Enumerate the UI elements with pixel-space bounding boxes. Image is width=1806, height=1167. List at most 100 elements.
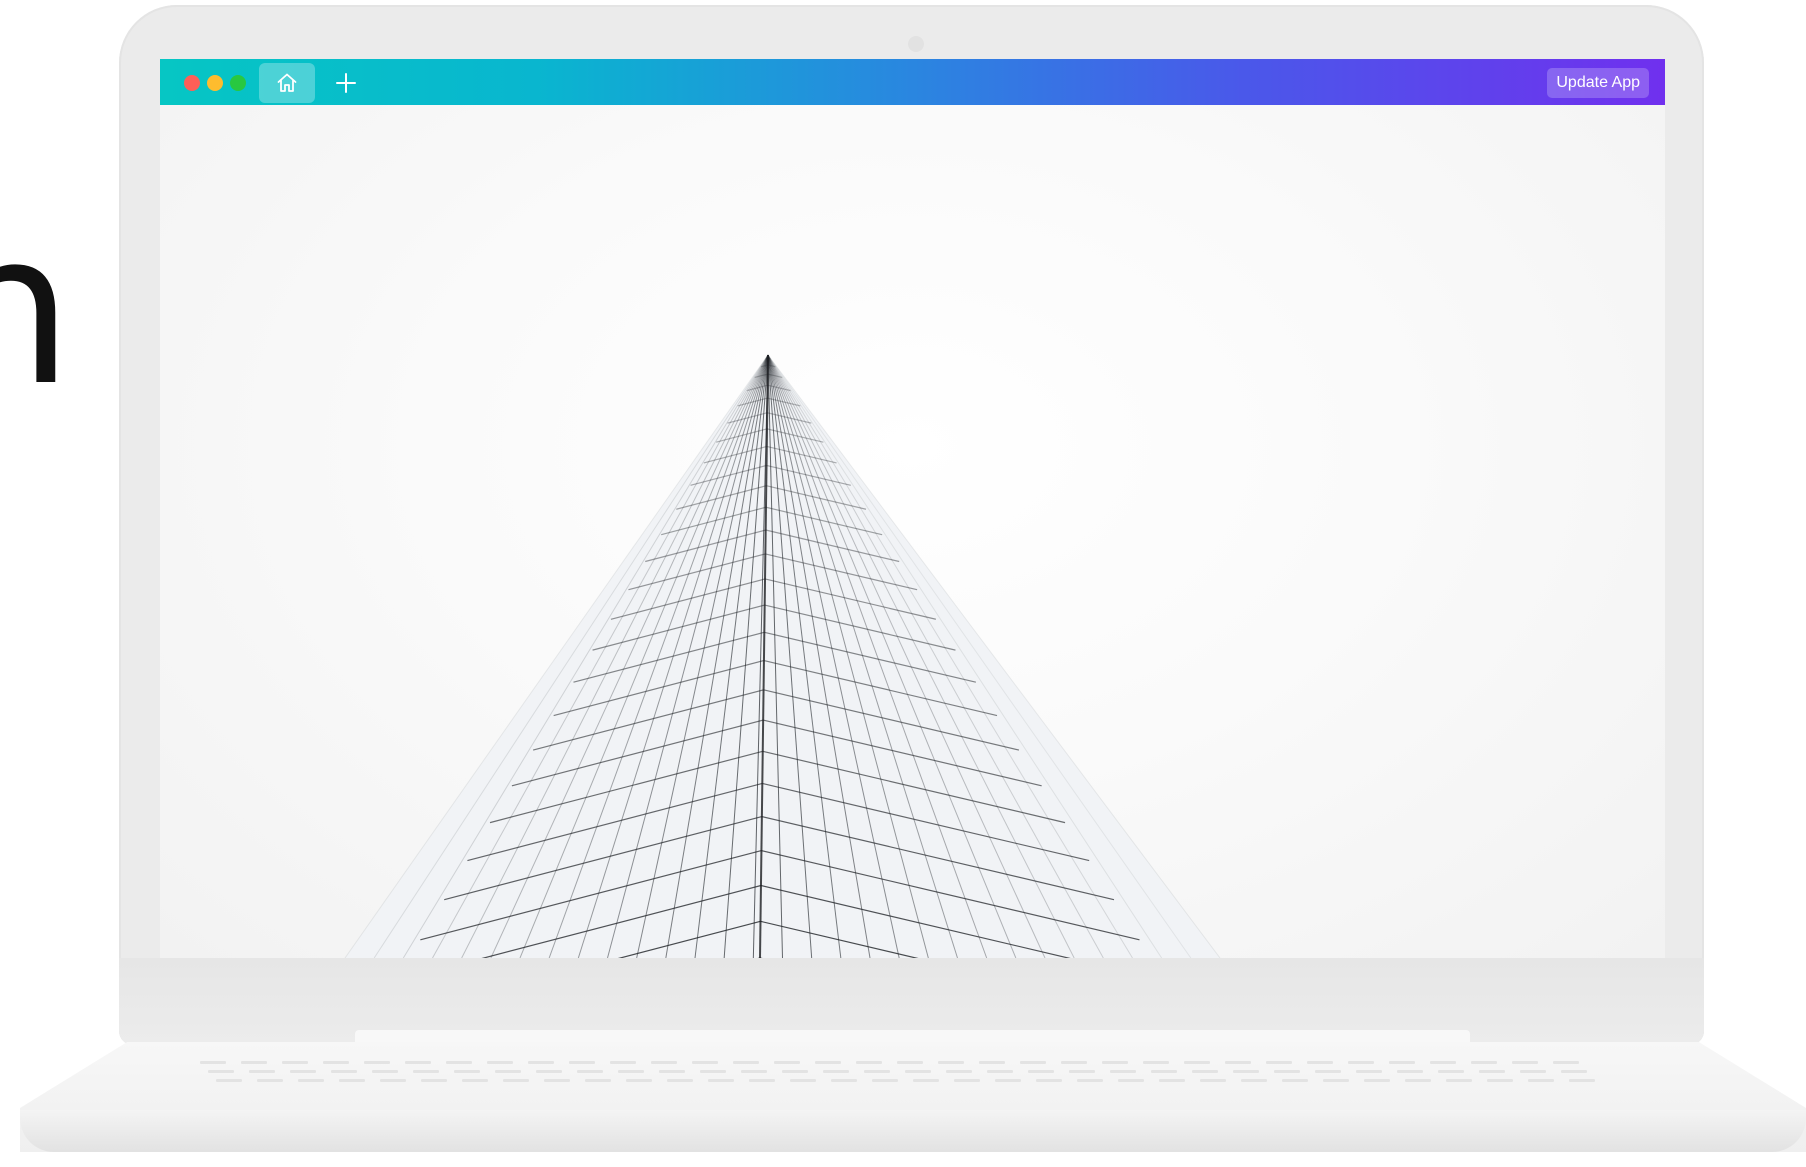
laptop-mockup: n Update App bbox=[0, 0, 1806, 1167]
keyboard-key bbox=[823, 1070, 849, 1073]
keyboard-key bbox=[1036, 1079, 1062, 1082]
keyboard-key bbox=[749, 1079, 775, 1082]
keyboard-key bbox=[585, 1079, 611, 1082]
partial-left-glyph: n bbox=[0, 187, 74, 432]
keyboard-key bbox=[503, 1079, 529, 1082]
keyboard-key bbox=[405, 1061, 431, 1064]
keyboard-key bbox=[1225, 1061, 1251, 1064]
keyboard-key bbox=[241, 1061, 267, 1064]
keyboard-key bbox=[938, 1061, 964, 1064]
minimize-window-button[interactable] bbox=[207, 75, 223, 91]
keyboard-key bbox=[339, 1079, 365, 1082]
keyboard-key bbox=[1159, 1079, 1185, 1082]
keyboard-key bbox=[733, 1061, 759, 1064]
webcam bbox=[908, 36, 924, 52]
skyscraper-image bbox=[344, 354, 1221, 958]
keyboard-key bbox=[905, 1070, 931, 1073]
keyboard-key bbox=[659, 1070, 685, 1073]
keyboard-key bbox=[216, 1079, 242, 1082]
keyboard-key bbox=[290, 1070, 316, 1073]
keyboard-key bbox=[856, 1061, 882, 1064]
keyboard-key bbox=[249, 1070, 275, 1073]
app-titlebar: Update App bbox=[160, 59, 1665, 105]
keyboard-key bbox=[1307, 1061, 1333, 1064]
tower-face bbox=[345, 355, 1220, 958]
keyboard-key bbox=[372, 1070, 398, 1073]
keyboard-key bbox=[1520, 1070, 1546, 1073]
keyboard-key bbox=[897, 1061, 923, 1064]
keyboard-key bbox=[700, 1070, 726, 1073]
keyboard-key bbox=[1479, 1070, 1505, 1073]
keyboard-key bbox=[1389, 1061, 1415, 1064]
keyboard-key bbox=[495, 1070, 521, 1073]
keyboard-key bbox=[913, 1079, 939, 1082]
keyboard-key bbox=[577, 1070, 603, 1073]
keyboard-key bbox=[954, 1079, 980, 1082]
new-tab-button[interactable] bbox=[328, 65, 364, 101]
keyboard-key bbox=[1118, 1079, 1144, 1082]
keyboard-key bbox=[1061, 1061, 1087, 1064]
keyboard-key bbox=[446, 1061, 472, 1064]
keyboard-key bbox=[454, 1070, 480, 1073]
keyboard-key bbox=[257, 1079, 283, 1082]
keyboard-key bbox=[1110, 1070, 1136, 1073]
keyboard-key bbox=[1405, 1079, 1431, 1082]
keyboard-key bbox=[413, 1070, 439, 1073]
keyboard-key bbox=[200, 1061, 226, 1064]
keyboard-key bbox=[1200, 1079, 1226, 1082]
keyboard-key bbox=[864, 1070, 890, 1073]
keyboard-key bbox=[1274, 1070, 1300, 1073]
close-window-button[interactable] bbox=[184, 75, 200, 91]
keyboard-key bbox=[1282, 1079, 1308, 1082]
keyboard-key bbox=[1487, 1079, 1513, 1082]
keyboard-key bbox=[1241, 1079, 1267, 1082]
keyboard-key bbox=[569, 1061, 595, 1064]
keyboard-key bbox=[1397, 1070, 1423, 1073]
keyboard-key bbox=[741, 1070, 767, 1073]
keyboard-key bbox=[815, 1061, 841, 1064]
keyboard-key bbox=[1184, 1061, 1210, 1064]
keyboard-key bbox=[1069, 1070, 1095, 1073]
keyboard-key bbox=[1077, 1079, 1103, 1082]
keyboard-key bbox=[331, 1070, 357, 1073]
keyboard-key bbox=[536, 1070, 562, 1073]
plus-icon bbox=[336, 73, 356, 93]
keyboard-key bbox=[1528, 1079, 1554, 1082]
keyboard-key bbox=[1471, 1061, 1497, 1064]
keyboard-key bbox=[946, 1070, 972, 1073]
keyboard-key bbox=[1151, 1070, 1177, 1073]
keyboard-key bbox=[1315, 1070, 1341, 1073]
keyboard-key bbox=[421, 1079, 447, 1082]
keyboard-key bbox=[1569, 1079, 1595, 1082]
keyboard-key bbox=[364, 1061, 390, 1064]
home-tab[interactable] bbox=[259, 63, 315, 103]
keyboard-key bbox=[282, 1061, 308, 1064]
keyboard-key bbox=[487, 1061, 513, 1064]
keyboard-key bbox=[1233, 1070, 1259, 1073]
keyboard-key bbox=[1323, 1079, 1349, 1082]
keyboard-key bbox=[618, 1070, 644, 1073]
keyboard-key bbox=[1192, 1070, 1218, 1073]
keyboard-key bbox=[528, 1061, 554, 1064]
maximize-window-button[interactable] bbox=[230, 75, 246, 91]
update-app-button[interactable]: Update App bbox=[1547, 68, 1649, 98]
keyboard-key bbox=[544, 1079, 570, 1082]
keyboard-key bbox=[692, 1061, 718, 1064]
keyboard-key bbox=[626, 1079, 652, 1082]
keyboard-key bbox=[298, 1079, 324, 1082]
laptop-base-front bbox=[20, 1110, 1806, 1152]
keyboard-key bbox=[979, 1061, 1005, 1064]
keyboard-key bbox=[1348, 1061, 1374, 1064]
keyboard-key bbox=[708, 1079, 734, 1082]
keyboard-key bbox=[1028, 1070, 1054, 1073]
keyboard-key bbox=[1438, 1070, 1464, 1073]
keyboard-key bbox=[1512, 1061, 1538, 1064]
keyboard-keys bbox=[200, 1061, 1595, 1082]
keyboard-key bbox=[774, 1061, 800, 1064]
keyboard-key bbox=[872, 1079, 898, 1082]
keyboard-key bbox=[987, 1070, 1013, 1073]
keyboard-key bbox=[1446, 1079, 1472, 1082]
keyboard-key bbox=[790, 1079, 816, 1082]
keyboard-key bbox=[1430, 1061, 1456, 1064]
keyboard-key bbox=[1553, 1061, 1579, 1064]
